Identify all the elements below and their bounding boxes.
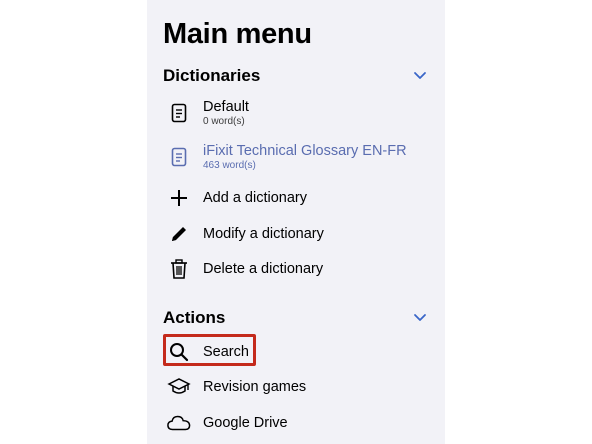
main-menu-screen: Main menu Dictionaries Default 0 word(s)… [147,0,445,444]
section-header-actions: Actions [163,308,226,327]
google-drive-button[interactable]: Google Drive [167,408,435,438]
search-button[interactable]: Search [167,337,435,367]
modify-dictionary-button[interactable]: Modify a dictionary [167,219,435,249]
chevron-down-icon[interactable] [413,71,427,81]
plus-icon [167,186,191,210]
revision-games-button[interactable]: Revision games [167,372,435,402]
add-dictionary-button[interactable]: Add a dictionary [167,183,435,213]
add-dictionary-label: Add a dictionary [203,189,307,206]
dictionary-item-ifixit-glossary[interactable]: iFixit Technical Glossary EN-FR 463 word… [167,142,435,172]
modify-dictionary-label: Modify a dictionary [203,225,324,242]
delete-dictionary-label: Delete a dictionary [203,260,324,277]
search-icon [167,340,191,364]
section-header-dictionaries: Dictionaries [163,66,261,85]
dictionary-name: iFixit Technical Glossary EN-FR [203,142,407,159]
pencil-icon [167,222,191,246]
dictionary-item-default[interactable]: Default 0 word(s) [167,98,435,128]
dictionary-name: Default [203,98,249,115]
document-icon [167,101,191,125]
dictionary-word-count: 463 word(s) [203,159,256,171]
cloud-icon [167,411,191,435]
document-icon [167,145,191,169]
search-label: Search [203,343,249,360]
graduation-cap-icon [167,375,191,399]
chevron-down-icon[interactable] [413,313,427,323]
delete-dictionary-button[interactable]: Delete a dictionary [167,254,435,284]
google-drive-label: Google Drive [203,414,288,431]
revision-games-label: Revision games [203,378,307,395]
trash-icon [167,257,191,281]
page-title: Main menu [163,18,312,50]
dictionary-word-count: 0 word(s) [203,115,245,127]
